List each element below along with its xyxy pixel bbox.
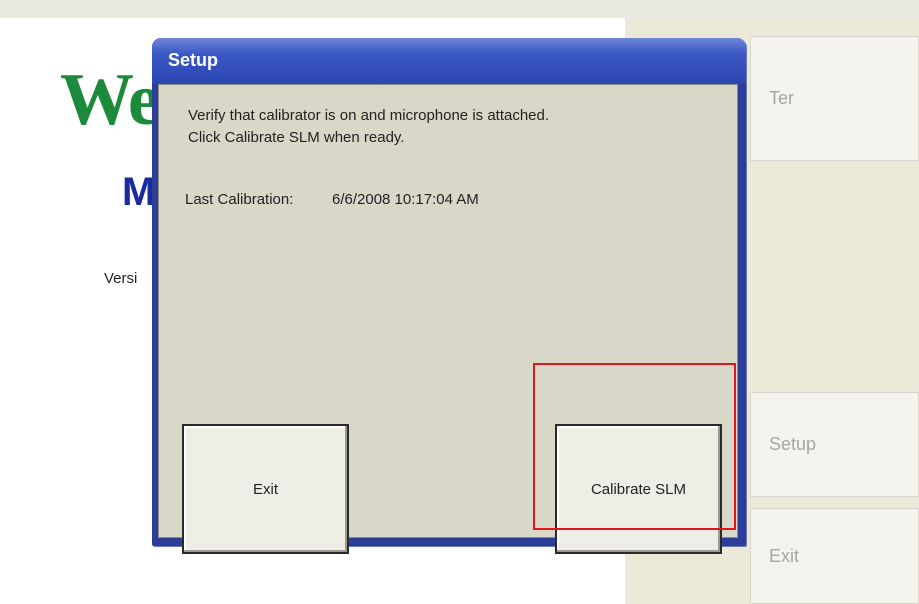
calibrate-slm-button[interactable]: Calibrate SLM (555, 424, 722, 554)
last-calibration-value: 6/6/2008 10:17:04 AM (332, 191, 479, 208)
dialog-body: Verify that calibrator is on and microph… (158, 84, 738, 554)
last-calibration-label: Last Calibration: (185, 191, 294, 208)
background-setup-button[interactable]: Setup (750, 392, 919, 497)
background-window-top-bar (0, 0, 919, 19)
dialog-title-bar[interactable]: Setup (152, 38, 746, 84)
dialog-title: Setup (168, 50, 219, 70)
background-exit-button[interactable]: Exit (750, 508, 919, 604)
exit-button[interactable]: Exit (182, 424, 349, 554)
background-top-button[interactable]: Ter (750, 36, 919, 161)
setup-dialog: Setup Verify that calibrator is on and m… (152, 38, 746, 554)
instruction-line-1: Verify that calibrator is on and microph… (188, 107, 550, 124)
instruction-line-2: Click Calibrate SLM when ready. (188, 129, 405, 146)
